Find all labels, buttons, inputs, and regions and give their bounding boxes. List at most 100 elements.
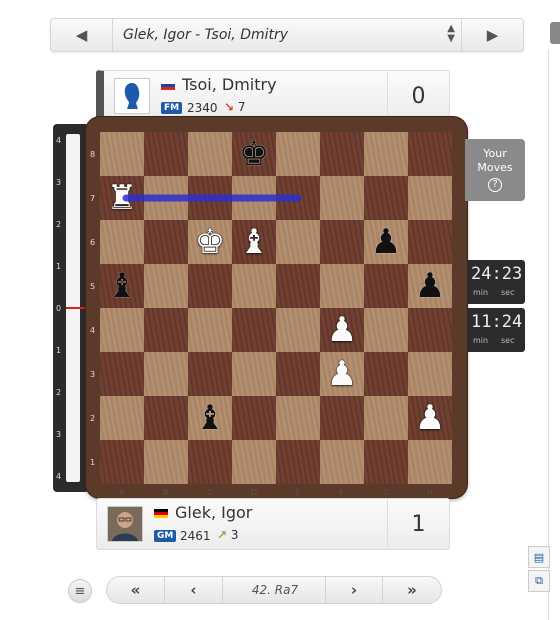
- square-e7[interactable]: [276, 176, 320, 220]
- rating-change: ↘ 7: [224, 100, 246, 114]
- previous-move-button[interactable]: ‹: [165, 577, 223, 603]
- game-dropdown-toggle[interactable]: ▲ ▼: [447, 24, 455, 44]
- side-panel-tab[interactable]: [550, 22, 560, 44]
- player-rating: 2340: [187, 101, 218, 115]
- player-score: 1: [387, 499, 449, 549]
- next-game-button[interactable]: ▶: [461, 19, 523, 51]
- player-name[interactable]: Glek, Igor: [175, 503, 252, 522]
- player-panel-top: Tsoi, Dmitry FM 2340 ↘ 7 0: [96, 70, 450, 122]
- square-c1[interactable]: [188, 440, 232, 484]
- white-pawn[interactable]: ♟: [320, 308, 364, 352]
- chevron-down-icon: ▼: [447, 33, 455, 44]
- square-g4[interactable]: [364, 308, 408, 352]
- last-move-button[interactable]: »: [383, 577, 441, 603]
- square-g5[interactable]: [364, 264, 408, 308]
- square-g8[interactable]: [364, 132, 408, 176]
- square-f7[interactable]: [320, 176, 364, 220]
- square-d2[interactable]: [232, 396, 276, 440]
- square-a8[interactable]: [100, 132, 144, 176]
- first-move-button[interactable]: «: [107, 577, 165, 603]
- file-label: C: [207, 488, 213, 497]
- eval-tick: 4: [56, 472, 62, 481]
- arrow-up-right-icon: ↗: [217, 528, 228, 542]
- square-h4[interactable]: [408, 308, 452, 352]
- square-a2[interactable]: [100, 396, 144, 440]
- square-e2[interactable]: [276, 396, 320, 440]
- square-d5[interactable]: [232, 264, 276, 308]
- square-b5[interactable]: [144, 264, 188, 308]
- square-e4[interactable]: [276, 308, 320, 352]
- square-f1[interactable]: [320, 440, 364, 484]
- square-c7[interactable]: [188, 176, 232, 220]
- white-pawn[interactable]: ♟: [320, 352, 364, 396]
- menu-button[interactable]: ≡: [68, 579, 92, 603]
- square-c8[interactable]: [188, 132, 232, 176]
- chess-board[interactable]: ♚ ♜ ♚ ♝ ♟ ♝ ♟ ♟ ♟ ♝ ♟: [100, 132, 452, 484]
- square-d7[interactable]: [232, 176, 276, 220]
- square-d1[interactable]: [232, 440, 276, 484]
- white-pawn[interactable]: ♟: [408, 396, 452, 440]
- square-b6[interactable]: [144, 220, 188, 264]
- square-e6[interactable]: [276, 220, 320, 264]
- notation-icon[interactable]: ▤: [528, 546, 550, 568]
- square-c4[interactable]: [188, 308, 232, 352]
- square-a4[interactable]: [100, 308, 144, 352]
- square-b4[interactable]: [144, 308, 188, 352]
- player-name[interactable]: Tsoi, Dmitry: [182, 75, 277, 94]
- chevron-left-icon: ‹: [190, 581, 197, 599]
- square-b7[interactable]: [144, 176, 188, 220]
- rating-change-value: 3: [230, 528, 239, 542]
- square-f5[interactable]: [320, 264, 364, 308]
- square-h1[interactable]: [408, 440, 452, 484]
- square-a3[interactable]: [100, 352, 144, 396]
- square-e3[interactable]: [276, 352, 320, 396]
- eval-tick: 1: [56, 262, 62, 271]
- file-label: E: [295, 488, 301, 497]
- square-h3[interactable]: [408, 352, 452, 396]
- square-h8[interactable]: [408, 132, 452, 176]
- square-d4[interactable]: [232, 308, 276, 352]
- white-bishop[interactable]: ♝: [232, 220, 276, 264]
- black-bishop[interactable]: ♝: [100, 264, 144, 308]
- square-e5[interactable]: [276, 264, 320, 308]
- square-b3[interactable]: [144, 352, 188, 396]
- double-chevron-right-icon: »: [407, 581, 417, 599]
- square-f2[interactable]: [320, 396, 364, 440]
- square-a1[interactable]: [100, 440, 144, 484]
- square-b8[interactable]: [144, 132, 188, 176]
- rating-change-value: 7: [237, 100, 246, 114]
- white-rook[interactable]: ♜: [100, 176, 144, 220]
- square-e8[interactable]: [276, 132, 320, 176]
- square-c5[interactable]: [188, 264, 232, 308]
- your-moves-button[interactable]: Your Moves ?: [465, 139, 525, 201]
- white-king[interactable]: ♚: [188, 220, 232, 264]
- black-bishop[interactable]: ♝: [188, 396, 232, 440]
- black-king[interactable]: ♚: [232, 132, 276, 176]
- square-h6[interactable]: [408, 220, 452, 264]
- clock-top: 24:23 min sec: [467, 260, 525, 304]
- square-f8[interactable]: [320, 132, 364, 176]
- popout-icon[interactable]: ⧉: [528, 570, 550, 592]
- square-g3[interactable]: [364, 352, 408, 396]
- next-move-button[interactable]: ›: [325, 577, 383, 603]
- square-c3[interactable]: [188, 352, 232, 396]
- square-g7[interactable]: [364, 176, 408, 220]
- file-label: A: [119, 488, 125, 497]
- game-selector[interactable]: ◀ Glek, Igor - Tsoi, Dmitry ▲ ▼ ▶: [50, 18, 524, 52]
- black-pawn[interactable]: ♟: [408, 264, 452, 308]
- previous-game-button[interactable]: ◀: [51, 19, 113, 51]
- file-label: D: [251, 488, 258, 497]
- square-h7[interactable]: [408, 176, 452, 220]
- eval-tick: 4: [56, 136, 62, 145]
- square-g1[interactable]: [364, 440, 408, 484]
- square-e1[interactable]: [276, 440, 320, 484]
- square-g2[interactable]: [364, 396, 408, 440]
- square-b1[interactable]: [144, 440, 188, 484]
- square-a6[interactable]: [100, 220, 144, 264]
- square-b2[interactable]: [144, 396, 188, 440]
- black-pawn[interactable]: ♟: [364, 220, 408, 264]
- square-f6[interactable]: [320, 220, 364, 264]
- square-d3[interactable]: [232, 352, 276, 396]
- rating-change: ↗ 3: [217, 528, 239, 542]
- player-title-badge: FM: [161, 102, 183, 114]
